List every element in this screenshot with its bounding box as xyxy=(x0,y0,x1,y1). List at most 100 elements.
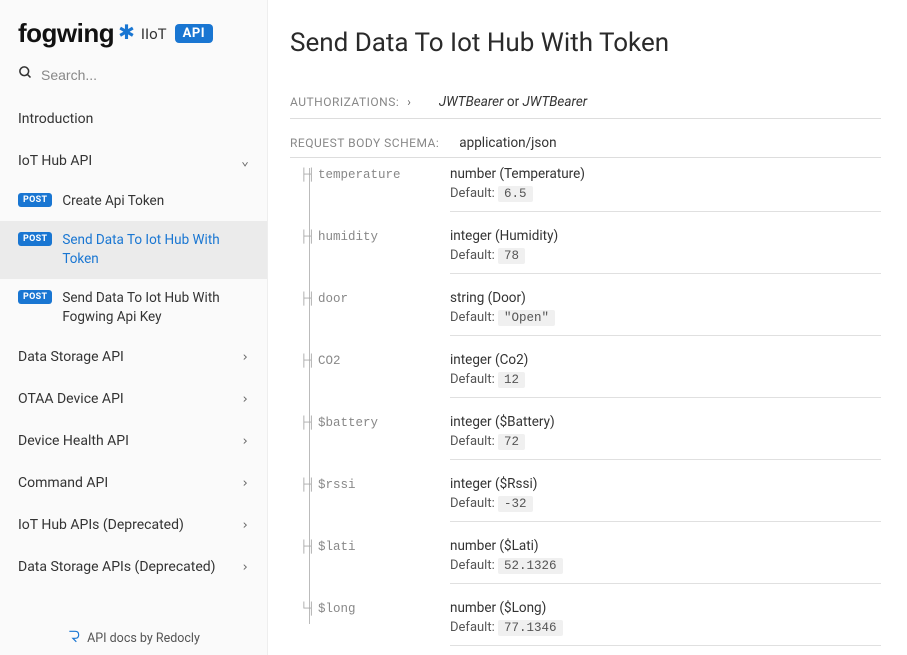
nav-device-health-api[interactable]: Device Health API › xyxy=(0,420,267,462)
request-body-schema-row: REQUEST BODY SCHEMA: application/json xyxy=(290,125,881,158)
param-type: integer ($Rssi) xyxy=(450,476,881,492)
chevron-right-icon: › xyxy=(241,392,249,407)
authorizations-row[interactable]: AUTHORIZATIONS: › JWTBearer or JWTBearer xyxy=(290,86,881,119)
param-description: integer ($Rssi) Default: -32 xyxy=(450,476,881,522)
param-type: number (Temperature) xyxy=(450,166,881,182)
sidebar-item-create-api-token[interactable]: POST Create Api Token xyxy=(0,182,267,221)
default-value: 6.5 xyxy=(498,186,533,202)
param-row: ├┤doorstring (Door)Default: "Open" xyxy=(300,282,881,344)
logo-sub: IIoT xyxy=(141,25,167,43)
nav-iothub-deprecated[interactable]: IoT Hub APIs (Deprecated) › xyxy=(0,504,267,546)
param-row: └┤$longnumber ($Long) Default: 77.1346 xyxy=(300,592,881,654)
default-label: Default: xyxy=(450,186,498,201)
param-description: integer ($Battery) Default: 72 xyxy=(450,414,881,460)
nav-data-storage-deprecated[interactable]: Data Storage APIs (Deprecated) › xyxy=(0,546,267,588)
nav-label: Device Health API xyxy=(18,433,241,449)
chevron-right-icon: › xyxy=(407,95,411,109)
param-description: string (Door) Default: "Open" xyxy=(450,290,881,336)
method-badge-post: POST xyxy=(18,232,52,246)
nav-label: Command API xyxy=(18,475,241,491)
default-value: 12 xyxy=(498,372,525,388)
nav-iothub-api[interactable]: IoT Hub API ⌄ xyxy=(0,140,267,182)
param-type: number ($Long) xyxy=(450,600,881,616)
param-tree: ├┤$lati xyxy=(300,538,450,554)
param-default: Default: 78 xyxy=(450,248,881,263)
default-label: Default: xyxy=(450,372,498,387)
nav-label: OTAA Device API xyxy=(18,391,241,407)
auth-value-2: JWTBearer xyxy=(523,94,588,110)
sidebar-item-send-data-token[interactable]: POST Send Data To Iot Hub With Token xyxy=(0,221,267,279)
tree-branch-icon: ├┤ xyxy=(300,292,318,306)
param-name: humidity xyxy=(318,230,378,244)
default-value: 77.1346 xyxy=(498,620,563,636)
default-value: "Open" xyxy=(498,310,555,326)
param-type: integer (Co2) xyxy=(450,352,881,368)
param-type: number ($Lati) xyxy=(450,538,881,554)
nav-label: Data Storage API xyxy=(18,349,241,365)
param-row: ├┤temperaturenumber (Temperature)Default… xyxy=(300,158,881,220)
param-row: ├┤$batteryinteger ($Battery)Default: 72 xyxy=(300,406,881,468)
tree-branch-icon: ├┤ xyxy=(300,354,318,368)
sub-label: Send Data To Iot Hub With Fogwing Api Ke… xyxy=(62,289,255,327)
param-tree: └┤$long xyxy=(300,600,450,616)
sidebar-item-send-data-apikey[interactable]: POST Send Data To Iot Hub With Fogwing A… xyxy=(0,279,267,337)
default-label: Default: xyxy=(450,310,498,325)
tree-branch-icon: └┤ xyxy=(300,602,318,616)
api-badge: API xyxy=(175,24,213,43)
nav-data-storage-api[interactable]: Data Storage API › xyxy=(0,336,267,378)
search-icon xyxy=(18,65,33,84)
params-list: ├┤temperaturenumber (Temperature)Default… xyxy=(290,158,881,654)
param-row: ├┤$latinumber ($Lati) Default: 52.1326 xyxy=(300,530,881,592)
param-description: number ($Lati) Default: 52.1326 xyxy=(450,538,881,584)
nav-otaa-device-api[interactable]: OTAA Device API › xyxy=(0,378,267,420)
footer-text: API docs by Redocly xyxy=(87,631,200,646)
default-value: 72 xyxy=(498,434,525,450)
nav-introduction[interactable]: Introduction xyxy=(0,98,267,140)
param-description: integer (Co2) Default: 12 xyxy=(450,352,881,398)
auth-label: AUTHORIZATIONS: xyxy=(290,95,399,109)
param-default: Default: 12 xyxy=(450,372,881,387)
default-value: -32 xyxy=(498,496,533,512)
param-description: integer (Humidity) Default: 78 xyxy=(450,228,881,274)
chevron-right-icon: › xyxy=(241,476,249,491)
chevron-right-icon: › xyxy=(241,560,249,575)
param-name: $lati xyxy=(318,540,356,554)
chevron-down-icon: ⌄ xyxy=(241,154,249,169)
param-tree: ├┤$rssi xyxy=(300,476,450,492)
param-row: ├┤$rssiinteger ($Rssi) Default: -32 xyxy=(300,468,881,530)
footer[interactable]: API docs by Redocly xyxy=(0,621,267,655)
gear-icon: ✱ xyxy=(118,20,135,44)
tree-branch-icon: ├┤ xyxy=(300,416,318,430)
nav: Introduction IoT Hub API ⌄ POST Create A… xyxy=(0,98,267,655)
redocly-icon xyxy=(67,629,81,647)
default-label: Default: xyxy=(450,248,498,263)
param-type: integer ($Battery) xyxy=(450,414,881,430)
default-value: 52.1326 xyxy=(498,558,563,574)
default-label: Default: xyxy=(450,620,498,635)
default-label: Default: xyxy=(450,558,498,573)
default-label: Default: xyxy=(450,496,498,511)
param-tree: ├┤humidity xyxy=(300,228,450,244)
method-badge-post: POST xyxy=(18,290,52,304)
param-type: integer (Humidity) xyxy=(450,228,881,244)
param-row: ├┤humidityinteger (Humidity) Default: 78 xyxy=(300,220,881,282)
nav-command-api[interactable]: Command API › xyxy=(0,462,267,504)
nav-label: Introduction xyxy=(18,111,249,127)
param-name: door xyxy=(318,292,348,306)
param-tree: ├┤door xyxy=(300,290,450,306)
nav-label: Data Storage APIs (Deprecated) xyxy=(18,559,241,575)
param-default: Default: 6.5 xyxy=(450,186,881,201)
param-default: Default: -32 xyxy=(450,496,881,511)
method-badge-post: POST xyxy=(18,193,52,207)
search-row[interactable] xyxy=(0,59,267,98)
param-description: number ($Long) Default: 77.1346 xyxy=(450,600,881,646)
search-input[interactable] xyxy=(41,67,251,83)
param-default: Default: 72 xyxy=(450,434,881,449)
tree-branch-icon: ├┤ xyxy=(300,478,318,492)
nav-label: IoT Hub API xyxy=(18,153,241,169)
param-default: Default: "Open" xyxy=(450,310,881,325)
param-type: string (Door) xyxy=(450,290,881,306)
tree-branch-icon: ├┤ xyxy=(300,168,318,182)
auth-values: JWTBearer or JWTBearer xyxy=(439,94,587,110)
logo-brand: fogwing xyxy=(18,18,114,49)
